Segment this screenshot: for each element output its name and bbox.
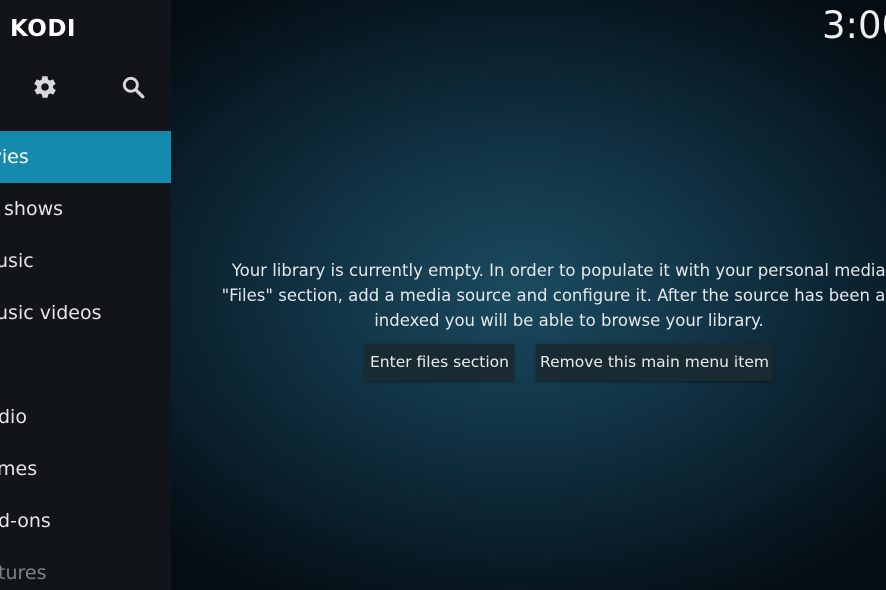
- settings-button[interactable]: [32, 74, 58, 100]
- search-icon: [120, 74, 146, 100]
- menu-item-label: tures: [0, 562, 47, 584]
- menu-item-radio[interactable]: dio: [0, 391, 171, 443]
- menu-item-tv-shows[interactable]: shows: [0, 183, 171, 235]
- remove-main-menu-item-button[interactable]: Remove this main menu item: [536, 344, 773, 381]
- menu-item-label: usic videos: [0, 302, 102, 324]
- empty-library-message: Your library is currently empty. In orde…: [186, 258, 886, 333]
- menu-item-pictures[interactable]: tures: [0, 547, 171, 590]
- clock: 3:00: [822, 4, 886, 47]
- kodi-logo: KODI: [10, 16, 76, 42]
- action-buttons: Enter files section Remove this main men…: [0, 344, 886, 381]
- menu-item-label: dio: [0, 406, 27, 428]
- menu-item-music-videos[interactable]: usic videos: [0, 287, 171, 339]
- sidebar: KODI ovies shows: [0, 0, 171, 590]
- message-line-2: "Files" section, add a media source and …: [221, 286, 886, 305]
- menu-item-movies[interactable]: ovies: [0, 131, 171, 183]
- menu-item-label: mes: [0, 458, 38, 480]
- message-line-3: indexed you will be able to browse your …: [374, 311, 764, 330]
- message-line-1: Your library is currently empty. In orde…: [231, 261, 886, 280]
- enter-files-section-button[interactable]: Enter files section: [365, 344, 514, 381]
- menu-item-games[interactable]: mes: [0, 443, 171, 495]
- menu-item-label: usic: [0, 250, 34, 272]
- menu-item-label: ovies: [0, 146, 29, 168]
- search-button[interactable]: [120, 74, 146, 100]
- menu-item-music[interactable]: usic: [0, 235, 171, 287]
- kodi-home-screen: KODI ovies shows: [0, 0, 886, 590]
- menu-item-add-ons[interactable]: d-ons: [0, 495, 171, 547]
- menu-item-label: d-ons: [0, 510, 51, 532]
- gear-icon: [32, 74, 58, 100]
- menu-item-label: shows: [4, 198, 64, 220]
